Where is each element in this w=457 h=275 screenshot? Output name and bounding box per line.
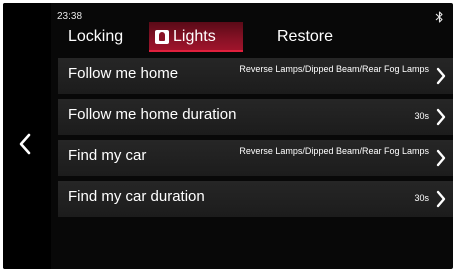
tab-restore[interactable]: Restore (277, 22, 333, 52)
setting-row-find-my-car-duration[interactable]: Find my car duration 30s (58, 181, 453, 217)
lights-settings-screen: 23:38 Locking Lights Restore Follow me h… (3, 3, 453, 269)
setting-value: Reverse Lamps/Dipped Beam/Rear Fog Lamps (239, 64, 429, 74)
back-button[interactable] (13, 129, 37, 159)
setting-label: Follow me home (68, 65, 179, 82)
settings-tab-bar: Locking Lights Restore (51, 22, 453, 52)
setting-row-follow-me-home[interactable]: Follow me home Reverse Lamps/Dipped Beam… (58, 58, 453, 94)
setting-value: 30s (414, 111, 429, 121)
setting-label: Follow me home duration (68, 106, 237, 123)
tab-locking[interactable]: Locking (68, 22, 123, 52)
chevron-right-icon (436, 67, 446, 85)
status-time: 23:38 (57, 11, 83, 22)
chevron-right-icon (436, 149, 446, 167)
left-nav-strip (3, 3, 51, 269)
tab-lights-label: Lights (173, 28, 216, 45)
tab-lights[interactable]: Lights (149, 22, 243, 52)
setting-value: 30s (414, 193, 429, 203)
setting-row-find-my-car[interactable]: Find my car Reverse Lamps/Dipped Beam/Re… (58, 140, 453, 176)
chevron-right-icon (436, 108, 446, 126)
tab-selected-indicator (149, 50, 243, 52)
chevron-right-icon (436, 190, 446, 208)
setting-label: Find my car (68, 147, 147, 164)
chevron-left-icon (19, 133, 31, 155)
setting-label: Find my car duration (68, 188, 205, 205)
setting-row-follow-me-home-duration[interactable]: Follow me home duration 30s (58, 99, 453, 135)
setting-value: Reverse Lamps/Dipped Beam/Rear Fog Lamps (239, 146, 429, 156)
lamp-icon (155, 30, 169, 44)
